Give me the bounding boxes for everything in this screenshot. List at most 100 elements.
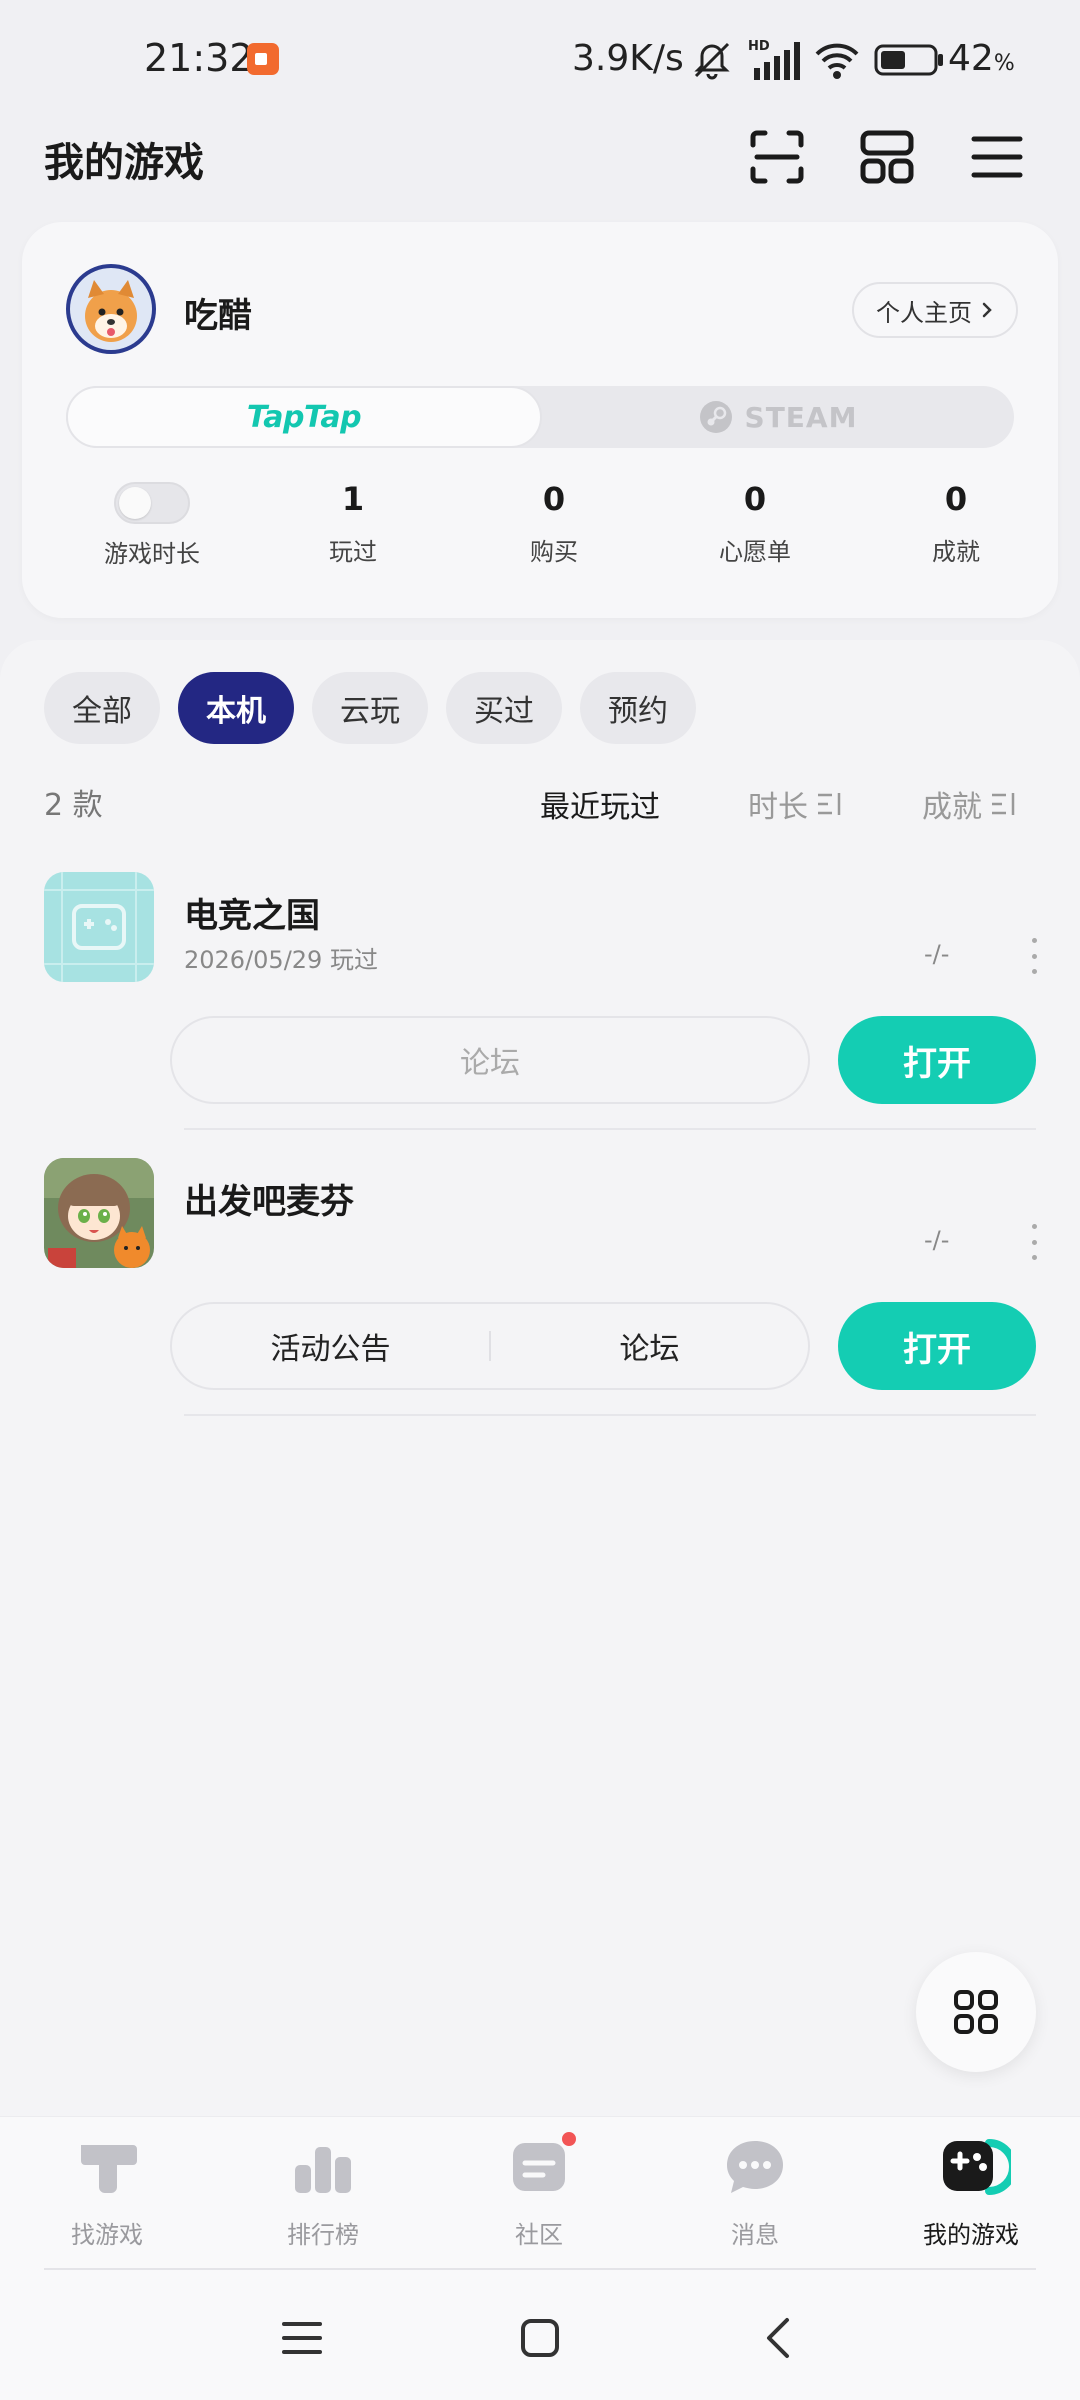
filter-tab-local[interactable]: 本机 [178, 672, 294, 744]
sort-duration[interactable]: 时长 [748, 782, 844, 826]
open-button[interactable]: 打开 [838, 1016, 1036, 1104]
back-button[interactable] [748, 2308, 808, 2368]
stat-purchased[interactable]: 0 购买 [474, 480, 634, 567]
stat-playtime-toggle-wrap [72, 482, 232, 526]
platform-taptap[interactable]: TapTap [66, 386, 542, 448]
status-time: 21:32 [144, 36, 254, 80]
layout-button[interactable] [852, 122, 922, 192]
nav-ranking[interactable]: 排行榜 [238, 2135, 408, 2250]
hd-label: HD [748, 39, 770, 54]
chevron-right-icon [982, 302, 992, 318]
taptap-t-icon [75, 2135, 139, 2199]
stat-label: 玩过 [329, 538, 377, 566]
nav-community[interactable]: 社区 [454, 2129, 624, 2250]
muffin-game-icon [44, 1158, 154, 1268]
avatar[interactable] [66, 264, 156, 354]
stat-value: 1 [341, 480, 365, 518]
recents-icon [282, 2322, 322, 2354]
filter-tab-cloud[interactable]: 云玩 [312, 672, 428, 744]
more-options-icon[interactable] [1026, 938, 1042, 974]
battery-percent-value: 42 [948, 38, 994, 79]
forum-link[interactable]: 论坛 [172, 1038, 808, 1082]
game-list-panel: 全部 本机 云玩 买过 预约 2 款 最近玩过 时长 成就 电竞之国 2026/… [0, 640, 1080, 2120]
game-name: 电竞之国 [184, 896, 320, 936]
game-icon[interactable] [44, 1158, 154, 1268]
mute-icon [694, 42, 730, 80]
ranking-icon [291, 2135, 355, 2199]
sort-recent-label: 最近玩过 [540, 790, 660, 825]
nav-messages[interactable]: 消息 [670, 2135, 840, 2250]
username: 吃醋 [184, 296, 252, 336]
layout-icon [860, 130, 914, 184]
game-icon[interactable] [44, 872, 154, 982]
back-icon [767, 2318, 789, 2358]
signal-icon: HD [748, 39, 800, 80]
announcement-link[interactable]: 活动公告 [172, 1324, 489, 1368]
stat-label: 成就 [932, 538, 980, 566]
stat-value: 0 [944, 480, 968, 518]
battery-percent: 42% [948, 38, 1015, 79]
game-item[interactable]: 电竞之国 2026/05/29 玩过 -/- 论坛 打开 [0, 872, 1080, 1158]
platform-toggle: TapTap STEAM [66, 386, 1014, 448]
filter-tab-bought[interactable]: 买过 [446, 672, 562, 744]
menu-icon [971, 136, 1023, 178]
menu-button[interactable] [962, 122, 1032, 192]
community-icon [507, 2129, 579, 2199]
status-icons: HD [690, 38, 944, 82]
scan-icon [750, 130, 804, 184]
nav-my-games[interactable]: 我的游戏 [886, 2135, 1056, 2250]
shiba-avatar-icon [70, 268, 152, 350]
nav-label: 我的游戏 [923, 2221, 1019, 2249]
sort-achievement[interactable]: 成就 [922, 782, 1018, 826]
home-icon [521, 2319, 559, 2357]
divider [184, 1128, 1036, 1130]
scan-button[interactable] [742, 122, 812, 192]
recents-button[interactable] [272, 2308, 332, 2368]
page-title: 我的游戏 [44, 140, 204, 186]
nav-label: 社区 [515, 2221, 563, 2249]
divider [184, 1414, 1036, 1416]
nav-find-games[interactable]: 找游戏 [22, 2135, 192, 2250]
game-links: 论坛 [170, 1016, 810, 1104]
more-options-icon[interactable] [1026, 1224, 1042, 1260]
floating-grid-button[interactable] [916, 1952, 1036, 2072]
filter-tab-all[interactable]: 全部 [44, 672, 160, 744]
stat-wishlist[interactable]: 0 心愿单 [675, 480, 835, 567]
grid-icon [954, 1990, 998, 2034]
nav-label: 排行榜 [287, 2221, 359, 2249]
stat-value: 0 [542, 480, 566, 518]
sort-order-icon [992, 793, 1015, 815]
game-duration: -/- [924, 1226, 950, 1254]
battery-icon [874, 44, 943, 76]
stat-label: 心愿单 [719, 538, 791, 566]
playtime-toggle[interactable] [114, 482, 190, 524]
homepage-label: 个人主页 [876, 298, 972, 327]
nav-label: 找游戏 [71, 2221, 143, 2249]
homepage-button[interactable]: 个人主页 [852, 282, 1018, 338]
home-button[interactable] [510, 2308, 570, 2368]
platform-steam-label: STEAM [744, 400, 858, 434]
message-icon [723, 2135, 787, 2199]
stat-label: 游戏时长 [104, 540, 200, 568]
gamepad-placeholder-icon [44, 872, 154, 982]
sort-order-icon [818, 793, 841, 815]
profile-card: 吃醋 个人主页 TapTap STEAM 游戏时长 1 玩过 0 购买 0 心愿… [22, 222, 1058, 618]
game-duration: -/- [924, 940, 950, 968]
filter-tabs: 全部 本机 云玩 买过 预约 [44, 672, 696, 744]
game-last-played: 2026/05/29 玩过 [184, 946, 378, 974]
stat-played[interactable]: 1 玩过 [273, 480, 433, 567]
gamepad-icon [939, 2135, 1017, 2199]
open-button[interactable]: 打开 [838, 1302, 1036, 1390]
filter-tab-reserved[interactable]: 预约 [580, 672, 696, 744]
screen-record-icon [247, 43, 279, 75]
system-nav-bar [0, 2268, 1080, 2400]
nav-label: 消息 [731, 2221, 779, 2249]
stat-label: 购买 [530, 538, 578, 566]
sort-recent[interactable]: 最近玩过 [540, 782, 660, 826]
platform-steam[interactable]: STEAM [542, 386, 1014, 448]
steam-icon [699, 401, 732, 433]
battery-percent-unit: % [993, 51, 1015, 76]
forum-link[interactable]: 论坛 [491, 1324, 808, 1368]
game-item[interactable]: 出发吧麦芬 -/- 活动公告 论坛 打开 [0, 1158, 1080, 1444]
stat-achievements[interactable]: 0 成就 [876, 480, 1036, 567]
